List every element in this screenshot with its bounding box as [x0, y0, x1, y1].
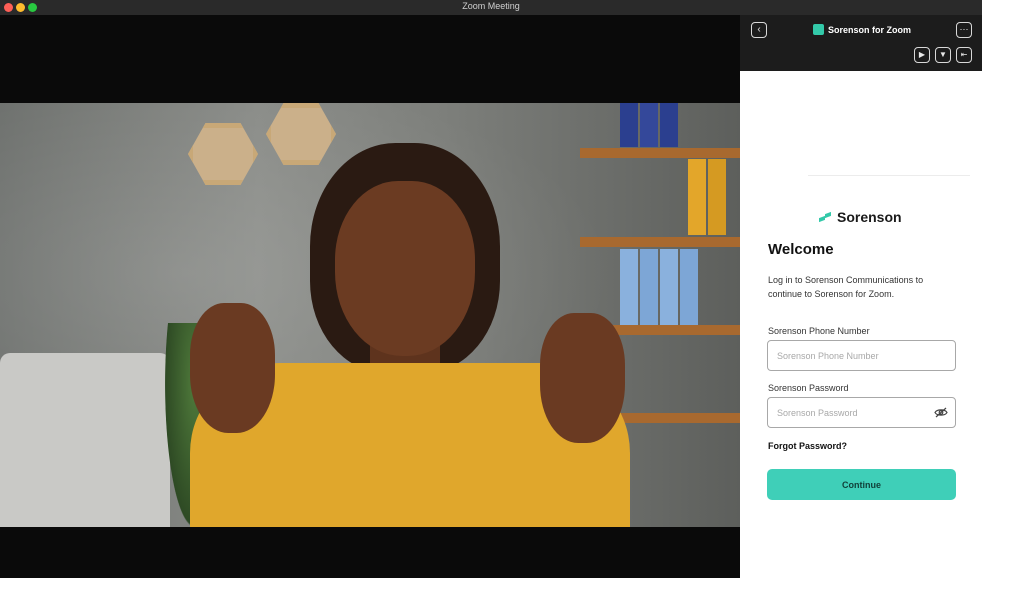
- continue-button[interactable]: Continue: [767, 469, 956, 500]
- password-label: Sorenson Password: [768, 383, 849, 393]
- ellipsis-icon: ⋯: [959, 24, 969, 34]
- phone-input[interactable]: [767, 340, 956, 371]
- page-title: Welcome: [768, 241, 834, 258]
- login-description: Log in to Sorenson Communications to con…: [768, 275, 924, 299]
- window-titlebar: Zoom Meeting: [0, 0, 982, 15]
- video-button[interactable]: ▶: [914, 47, 930, 63]
- brand-name: Sorenson: [837, 209, 902, 225]
- window-title: Zoom Meeting: [462, 1, 520, 11]
- meeting-video-area: [0, 15, 740, 578]
- binder: [688, 159, 706, 235]
- more-options-button[interactable]: ⋯: [956, 22, 972, 38]
- app-title-label: Sorenson for Zoom: [828, 24, 911, 35]
- sorenson-logo-icon: [819, 213, 832, 222]
- phone-label: Sorenson Phone Number: [768, 326, 870, 336]
- participant: [190, 143, 630, 527]
- login-panel: Sorenson Welcome Log in to Sorenson Comm…: [740, 71, 1024, 589]
- participant-hand: [190, 303, 275, 433]
- chevron-left-icon: ‹: [757, 24, 761, 35]
- participant-video[interactable]: [0, 103, 740, 527]
- video-icon: ▶: [918, 50, 926, 59]
- binder: [640, 103, 658, 147]
- filter-button[interactable]: ▼: [935, 47, 951, 63]
- forgot-password-link[interactable]: Forgot Password?: [768, 441, 847, 451]
- collapse-panel-icon: ⇤: [960, 50, 968, 59]
- filter-icon: ▼: [939, 50, 947, 59]
- app-title: Sorenson for Zoom: [813, 24, 911, 35]
- password-input[interactable]: [767, 397, 956, 428]
- binder: [708, 159, 726, 235]
- sofa: [0, 353, 170, 527]
- binder: [660, 103, 678, 147]
- collapse-panel-button[interactable]: ⇤: [956, 47, 972, 63]
- participant-face: [335, 181, 475, 356]
- binder: [680, 249, 698, 325]
- participant-hand: [540, 313, 625, 443]
- binder: [620, 103, 638, 147]
- back-button[interactable]: ‹: [751, 22, 767, 38]
- divider: [808, 175, 970, 176]
- brand-logo: Sorenson: [819, 209, 902, 225]
- binder: [640, 249, 658, 325]
- binder: [660, 249, 678, 325]
- app-panel-header: ‹ Sorenson for Zoom ⋯ ▶ ▼ ⇤: [740, 15, 982, 71]
- sorenson-app-icon: [813, 24, 824, 35]
- eye-off-icon[interactable]: [934, 407, 948, 418]
